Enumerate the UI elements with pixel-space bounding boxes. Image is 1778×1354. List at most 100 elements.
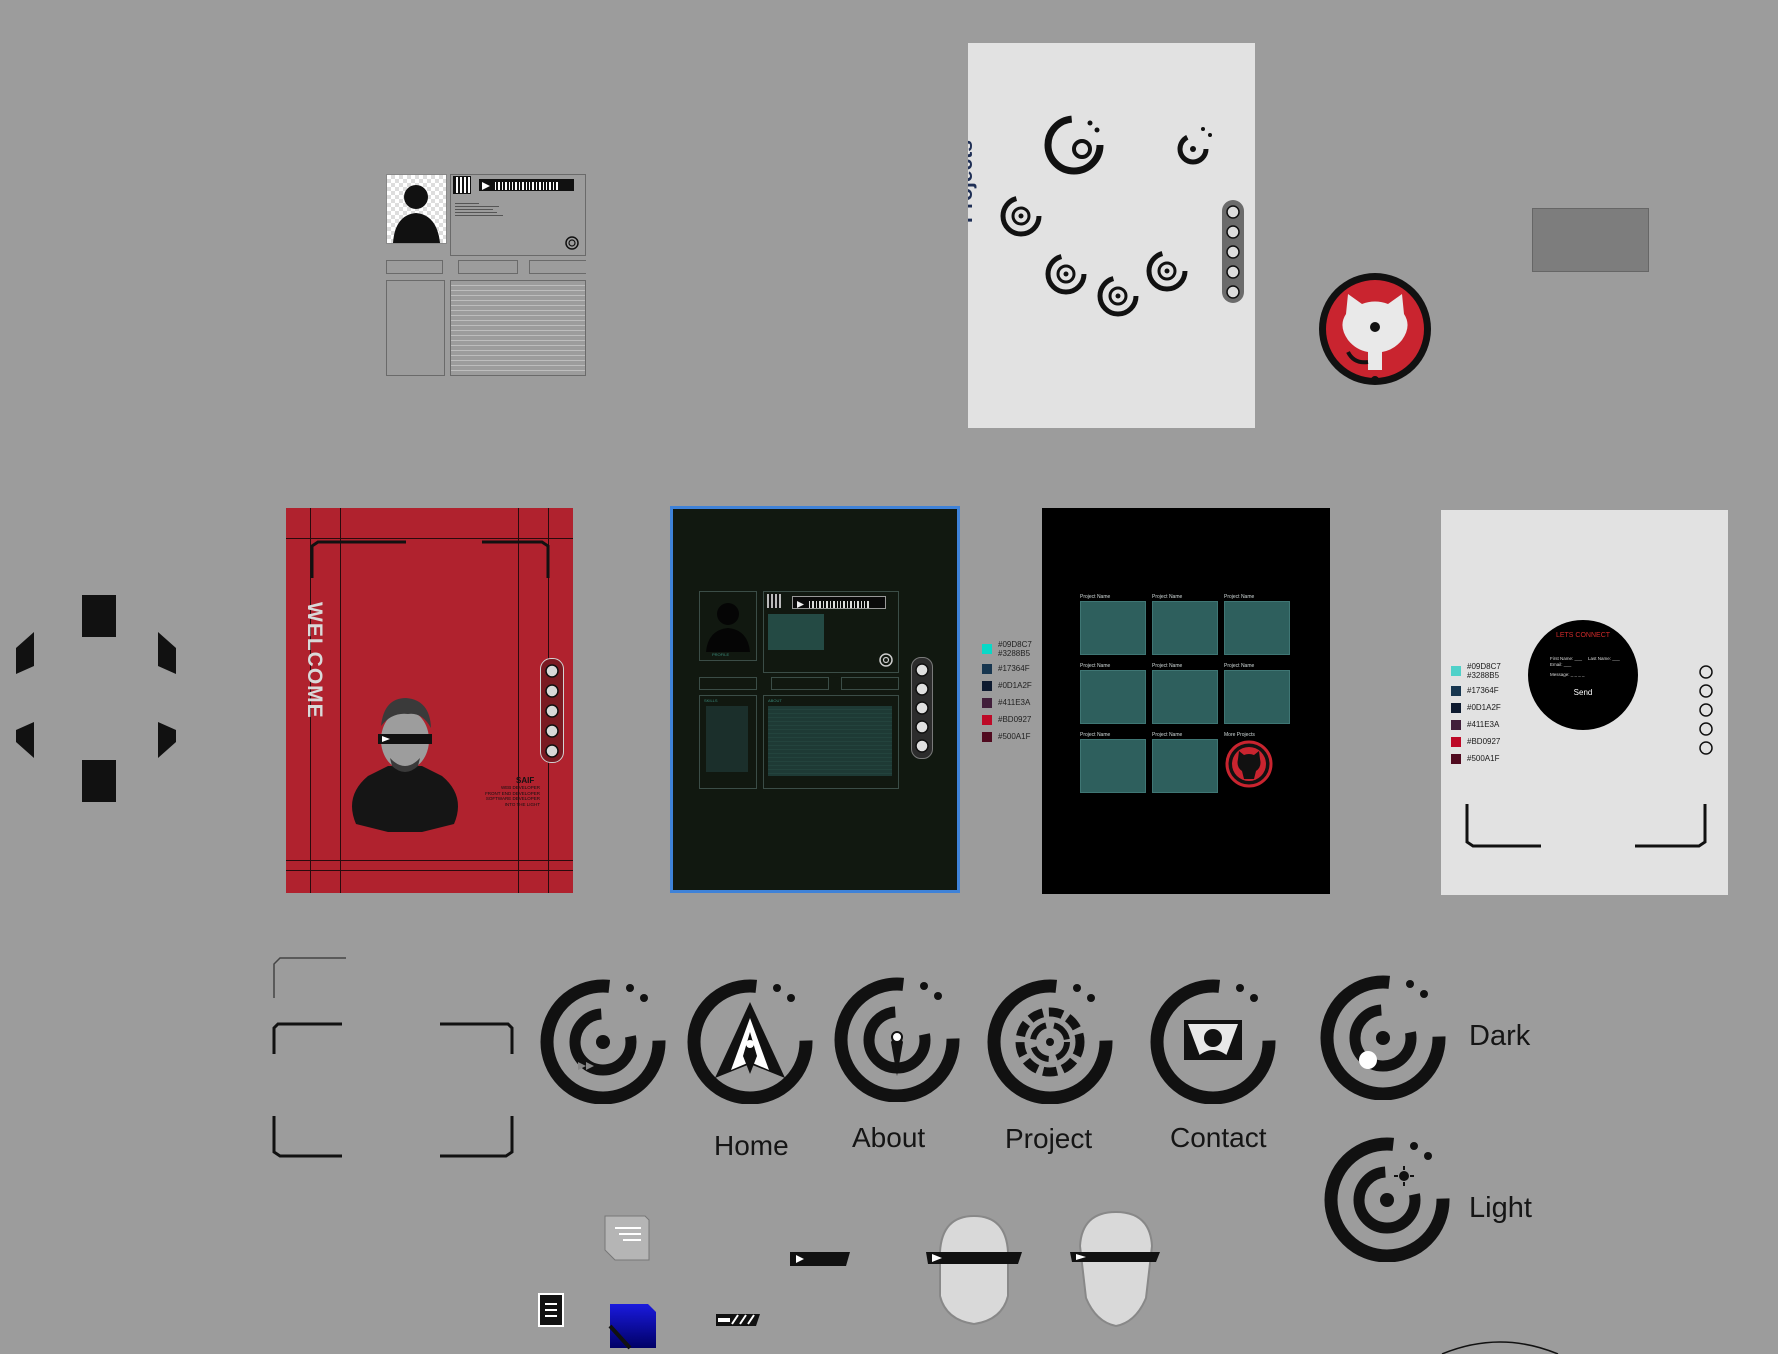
swatch-label: #09D8C7 [998, 640, 1032, 649]
home-label[interactable]: Home [714, 1130, 789, 1162]
swatch-label: #411E3A [1467, 720, 1500, 729]
project-label[interactable]: Project [1005, 1123, 1092, 1155]
welcome-roles: WEB DEVELOPER FRONT END DEVELOPER SOFTWA… [466, 785, 540, 807]
id-info-panel [450, 174, 586, 256]
swatch-color [982, 714, 992, 725]
palette-row: #09D8C7 #3288B5 [1451, 660, 1521, 682]
swatch-label: #17364F [998, 664, 1030, 673]
projects-nav-icon[interactable] [538, 978, 668, 1104]
orbit-icon-2 [1045, 253, 1087, 295]
visor-head-icon-alt [1070, 1210, 1160, 1328]
send-button[interactable]: Send [1528, 688, 1638, 697]
about-side-nav-icons [915, 663, 929, 753]
id-about-panel [450, 280, 586, 376]
welcome-side-nav[interactable] [540, 658, 564, 763]
contact-side-nav-icons [1699, 665, 1713, 755]
swatch-label: #BD0927 [1467, 737, 1501, 746]
about-text-panel: ABOUT [763, 695, 899, 789]
swatch-label: #500A1F [998, 732, 1031, 741]
about-page-frame[interactable]: PROFILE SKILLS ABOUT [670, 506, 960, 893]
id-tab-right [529, 260, 586, 274]
light-mode-icon[interactable] [1322, 1136, 1452, 1262]
swatch-color [982, 731, 992, 742]
project-card[interactable]: Project Name [1224, 594, 1296, 655]
grey-placeholder-rect [1532, 208, 1649, 272]
project-thumbnail [1152, 670, 1218, 724]
document-icon[interactable] [537, 1292, 567, 1328]
project-card[interactable]: Project Name [1080, 594, 1152, 655]
swatch-color [1451, 753, 1461, 764]
swatch-label: #411E3A [998, 698, 1031, 707]
about-tab-1 [699, 677, 757, 690]
light-label[interactable]: Light [1469, 1192, 1532, 1225]
about-barcode-bar [792, 596, 886, 609]
palette-row: #17364F [1451, 682, 1521, 699]
project-card[interactable]: Project Name [1152, 594, 1224, 655]
projects-title: Projects [968, 140, 977, 223]
project-card[interactable]: Project Name [1080, 663, 1152, 724]
projects-side-nav[interactable] [1222, 200, 1244, 303]
project-card[interactable]: Project Name [1152, 663, 1224, 724]
about-tab-2 [771, 677, 829, 690]
contact-form-circle[interactable]: LETS CONNECT First Name: ___ Last Name: … [1528, 620, 1638, 730]
slash-logo-icon [716, 1314, 760, 1326]
project-card[interactable]: Project Name [1152, 732, 1224, 794]
swatch-color [982, 663, 992, 674]
swatch-color [1451, 736, 1461, 747]
profile-label: PROFILE [712, 652, 730, 657]
welcome-side-nav-icons [545, 664, 559, 758]
contact-side-nav[interactable] [1696, 660, 1716, 760]
id-card-frame[interactable] [386, 174, 586, 376]
barcode-play-bar [479, 179, 574, 191]
swatch-color [1451, 685, 1461, 696]
project-card-label: Project Name [1152, 594, 1183, 600]
project-card[interactable]: Project Name [1224, 663, 1296, 724]
message-field[interactable]: Message: _ _ _ _ [1550, 672, 1585, 677]
about-side-nav[interactable] [911, 657, 933, 759]
about-nav-icon[interactable] [832, 976, 962, 1102]
project-thumbnail [1152, 601, 1218, 655]
menu-lines-icon[interactable] [601, 1214, 651, 1264]
spiral-icon [565, 236, 579, 250]
welcome-page-frame[interactable]: WELCOME SAIF WEB DEVELOPER FRONT END DEV… [286, 508, 573, 893]
first-name-field[interactable]: First Name: ___ [1550, 656, 1582, 661]
email-field[interactable]: Email: ___ [1550, 662, 1571, 667]
id-info-lines [455, 201, 515, 218]
swatch-teal [982, 644, 992, 654]
dark-label[interactable]: Dark [1469, 1020, 1530, 1053]
welcome-name: SAIF [516, 776, 535, 785]
project-card[interactable]: Project Name [1080, 732, 1152, 794]
home-nav-icon[interactable] [685, 978, 815, 1104]
more-projects-card[interactable]: More Projects [1224, 732, 1296, 794]
contact-nav-icon[interactable] [1148, 978, 1278, 1104]
project-thumbnail [1152, 739, 1218, 793]
about-barcode-icon [797, 601, 869, 608]
project-nav-icon[interactable] [985, 978, 1115, 1104]
projects-orbit-icon [1044, 115, 1104, 175]
project-thumbnail [1080, 670, 1146, 724]
swatch-color [1451, 666, 1461, 676]
projects-grid-frame[interactable]: Project Name Project Name Project Name P… [1042, 508, 1330, 894]
about-silhouette-icon [706, 603, 750, 652]
dark-mode-icon[interactable] [1318, 974, 1448, 1100]
contact-label[interactable]: Contact [1170, 1122, 1267, 1154]
palette-row: #BD0927 [1451, 733, 1521, 750]
about-label[interactable]: About [852, 1122, 925, 1154]
last-name-field[interactable]: Last Name: ___ [1588, 656, 1620, 661]
orbit-icon-3 [1097, 275, 1139, 317]
swatch-color [982, 697, 992, 708]
contact-page-frame[interactable]: #09D8C7 #3288B5 #17364F #0D1A2F #411E3A #… [1441, 510, 1728, 895]
swatch-color [982, 680, 992, 691]
swatch-color [1451, 702, 1461, 713]
github-icon[interactable] [1316, 270, 1434, 388]
orbit-icon-4 [1146, 250, 1188, 292]
project-thumbnail [1224, 670, 1290, 724]
more-projects-label: More Projects [1224, 732, 1255, 738]
projects-page-frame[interactable]: Projects [968, 43, 1255, 428]
palette-row: #411E3A [1451, 716, 1521, 733]
contact-title: LETS CONNECT [1555, 632, 1611, 639]
play-bar-icon[interactable] [788, 1250, 852, 1268]
blue-gradient-icon [608, 1304, 656, 1350]
arc-fragment [1441, 1341, 1559, 1354]
id-tab-left [386, 260, 443, 274]
